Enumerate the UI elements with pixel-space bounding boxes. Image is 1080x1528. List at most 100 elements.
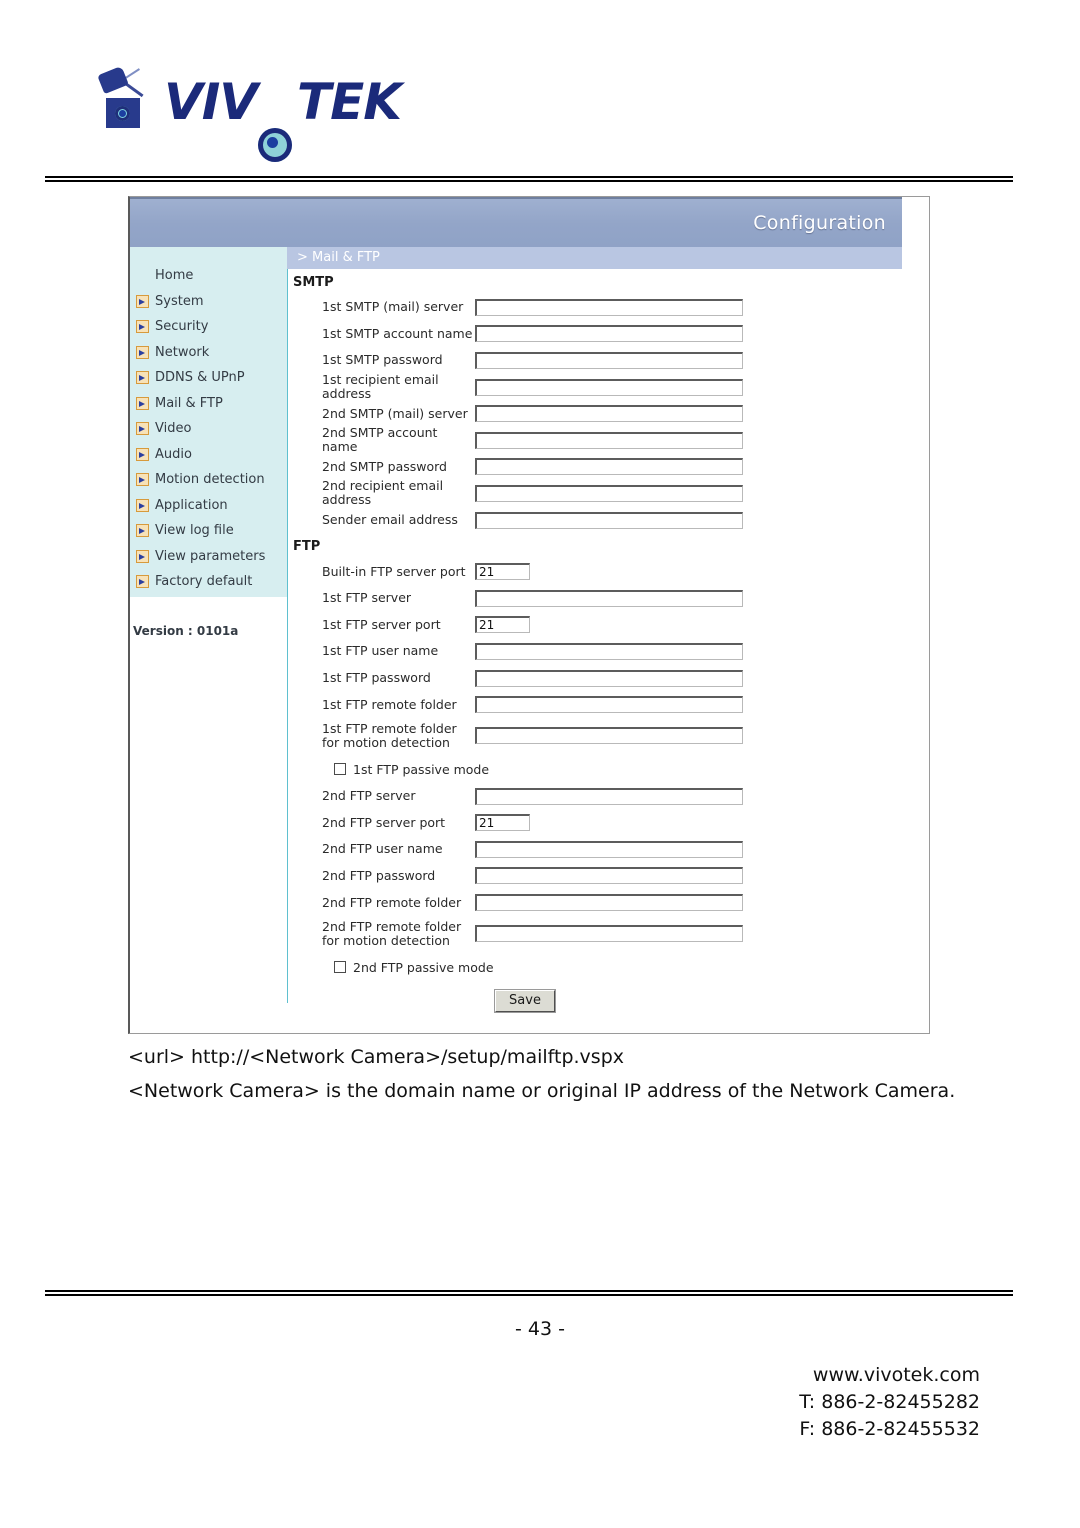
input-1st-ftp-remote-folder-for-motion-detection[interactable] (475, 726, 743, 744)
ftp2-passive-mode-checkbox[interactable] (334, 961, 346, 974)
form-row: 2nd FTP server (290, 783, 930, 810)
sidebar-item-label: DDNS & UPnP (155, 370, 245, 386)
sidebar-item-video[interactable]: Video (130, 416, 287, 442)
arrow-right-icon (136, 345, 149, 359)
form-row: 1st FTP password (290, 665, 930, 692)
form-row: 2nd recipient email address (290, 479, 930, 507)
input-1st-smtp-password[interactable] (475, 351, 743, 369)
sidebar: Home System Security Network DDNS & UPnP Mail… (130, 247, 287, 638)
form-row: 1st recipient email address (290, 372, 930, 402)
field-label: 2nd FTP remote folder for motion detecti… (322, 918, 462, 948)
input-1st-ftp-server-port[interactable] (475, 616, 530, 634)
form-row: 1st FTP user name (290, 638, 930, 665)
form-row: 1st SMTP (mail) server (290, 294, 930, 321)
breadcrumb: > Mail & FTP (297, 250, 380, 265)
input-1st-smtp-account-name[interactable] (475, 325, 743, 343)
sidebar-item-home[interactable]: Home (130, 263, 287, 289)
ftp-section-heading: FTP (293, 539, 321, 555)
field-label: 1st SMTP password (322, 352, 443, 368)
field-label: Built-in FTP server port (322, 563, 466, 579)
input-sender-email-address[interactable] (475, 511, 743, 529)
footer-website: www.vivotek.com (812, 1364, 980, 1386)
sidebar-item-label: Security (155, 319, 209, 335)
input-1st-ftp-server[interactable] (475, 589, 743, 607)
arrow-right-icon (136, 447, 149, 461)
sidebar-item-label: Network (155, 344, 210, 360)
input-2nd-ftp-password[interactable] (475, 867, 743, 885)
ftp2-passive-mode-row[interactable]: 2nd FTP passive mode (290, 954, 930, 981)
sidebar-item-motion-detection[interactable]: Motion detection (130, 467, 287, 493)
input-2nd-ftp-server-port[interactable] (475, 814, 530, 832)
input-built-in-ftp-server-port[interactable] (475, 563, 530, 581)
camera-icon (97, 65, 158, 130)
ftp1-passive-mode-row[interactable]: 1st FTP passive mode (290, 756, 930, 783)
form-row: 2nd FTP server port (290, 810, 930, 837)
input-1st-ftp-remote-folder[interactable] (475, 696, 743, 714)
save-button[interactable]: Save (495, 989, 555, 1012)
field-label: 1st FTP server (322, 590, 412, 606)
brand-wordmark: VIV TEK (164, 77, 402, 162)
footer-phone: T: 886-2-82455282 (799, 1391, 980, 1413)
input-2nd-ftp-remote-folder-for-motion-detection[interactable] (475, 924, 743, 942)
sidebar-item-label: Motion detection (155, 472, 265, 488)
sidebar-item-application[interactable]: Application (130, 493, 287, 519)
sidebar-item-label: View parameters (155, 548, 266, 564)
form-row: Sender email address (290, 507, 930, 534)
input-2nd-smtp-account-name[interactable] (475, 431, 743, 449)
field-label: 2nd FTP password (322, 867, 436, 883)
sidebar-item-ddns-upnp[interactable]: DDNS & UPnP (130, 365, 287, 391)
smtp-fields: 1st SMTP (mail) server 1st SMTP account n… (290, 294, 930, 533)
form-row: 1st SMTP password (290, 347, 930, 374)
ftp1-passive-mode-checkbox[interactable] (334, 763, 346, 776)
input-2nd-ftp-server[interactable] (475, 787, 743, 805)
input-2nd-smtp-password[interactable] (475, 458, 743, 476)
page-title: Configuration (753, 212, 886, 234)
sidebar-divider (287, 269, 288, 1003)
input-2nd-recipient-email-address[interactable] (475, 484, 743, 502)
document-header: VIV TEK (0, 0, 1080, 180)
header-rule (45, 176, 1013, 182)
ftp2-passive-mode-label: 2nd FTP passive mode (353, 959, 494, 975)
sidebar-item-view-parameters[interactable]: View parameters (130, 544, 287, 570)
ftp1-passive-mode-label: 1st FTP passive mode (353, 761, 490, 777)
input-2nd-ftp-remote-folder[interactable] (475, 894, 743, 912)
form-row: 1st FTP remote folder (290, 691, 930, 718)
input-1st-ftp-password[interactable] (475, 669, 743, 687)
smtp-section-heading: SMTP (293, 275, 334, 290)
input-1st-recipient-email-address[interactable] (475, 378, 743, 396)
sidebar-item-label: Home (155, 268, 194, 284)
body-copy: <url> http://<Network Camera>/setup/mail… (128, 1040, 978, 1108)
form-row: 2nd SMTP (mail) server (290, 400, 930, 427)
sidebar-item-label: Mail & FTP (155, 395, 223, 411)
form-row: 2nd FTP remote folder (290, 889, 930, 916)
arrow-right-icon (136, 294, 149, 308)
arrow-right-icon (136, 549, 149, 563)
field-label: 2nd FTP server port (322, 814, 446, 830)
sidebar-item-view-log-file[interactable]: View log file (130, 518, 287, 544)
input-1st-ftp-user-name[interactable] (475, 642, 743, 660)
firmware-version: Version : 0101a (133, 624, 239, 638)
sidebar-item-security[interactable]: Security (130, 314, 287, 340)
sidebar-item-label: Audio (155, 446, 192, 462)
input-2nd-smtp-mail-server[interactable] (475, 405, 743, 423)
field-label: 1st recipient email address (322, 372, 439, 402)
arrow-right-icon (136, 422, 149, 436)
field-label: 2nd FTP server (322, 788, 416, 804)
sidebar-item-factory-default[interactable]: Factory default (130, 569, 287, 595)
page-number: - 43 - (515, 1318, 565, 1340)
config-header-bar: Configuration (130, 197, 902, 249)
sidebar-item-system[interactable]: System (130, 289, 287, 315)
field-label: 1st FTP server port (322, 616, 441, 632)
input-2nd-ftp-user-name[interactable] (475, 840, 743, 858)
input-1st-smtp-mail-server[interactable] (475, 298, 743, 316)
sidebar-item-label: Application (155, 497, 228, 513)
sidebar-nav: Home System Security Network DDNS & UPnP Mail… (130, 263, 287, 595)
arrow-right-icon (136, 473, 149, 487)
field-label: 2nd SMTP account name (322, 425, 438, 455)
sidebar-item-audio[interactable]: Audio (130, 442, 287, 468)
sidebar-item-network[interactable]: Network (130, 340, 287, 366)
field-label: Sender email address (322, 512, 458, 528)
camera-config-screenshot: Configuration > Mail & FTP Home System Sec… (128, 196, 930, 1034)
sidebar-item-mail-ftp[interactable]: Mail & FTP (130, 391, 287, 417)
arrow-right-icon (136, 575, 149, 589)
